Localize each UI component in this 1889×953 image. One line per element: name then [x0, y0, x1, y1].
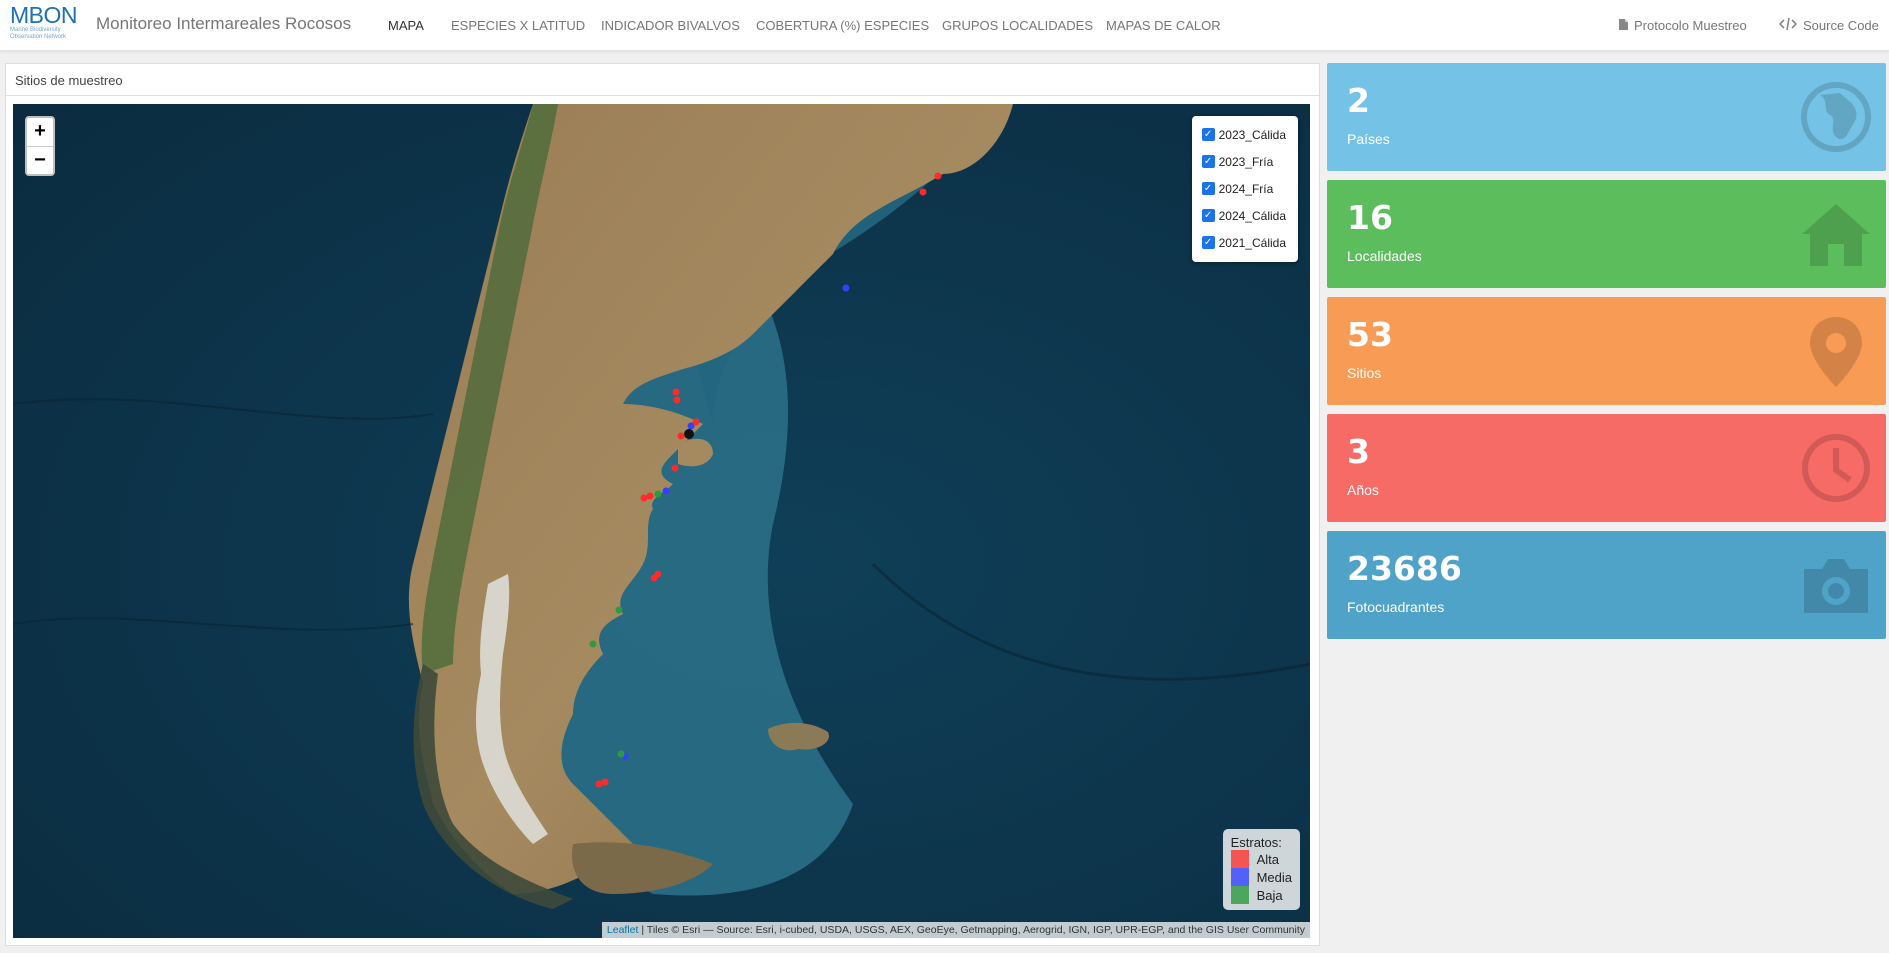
- zoom-out-button[interactable]: −: [27, 146, 53, 174]
- checkbox-2023-calida[interactable]: ✓: [1201, 128, 1215, 141]
- stat-box-fotocuadrantes: 23686 Fotocuadrantes: [1327, 531, 1886, 639]
- stat-value: 23686: [1347, 549, 1462, 588]
- estratos-legend: Estratos: Alta Media Baja: [1222, 829, 1300, 910]
- app-title[interactable]: Monitoreo Intermareales Rocosos: [96, 14, 351, 34]
- home-icon: [1802, 204, 1870, 266]
- legend-title: Estratos:: [1230, 835, 1282, 850]
- stat-box-anos: 3 Años: [1327, 414, 1886, 522]
- legend-swatch-baja: [1230, 886, 1249, 904]
- protocolo-muestreo-label: Protocolo Muestreo: [1634, 18, 1747, 33]
- logo-sub-text-2: Observation Network: [10, 33, 67, 40]
- tab-grupos-localidades[interactable]: GRUPOS LOCALIDADES: [942, 18, 1093, 33]
- file-icon: [1619, 19, 1628, 33]
- leaflet-map[interactable]: + − ✓ 2023_Cálida ✓ 2023_Fría ✓ 2024_Fría ✓…: [13, 104, 1310, 938]
- tab-cobertura-especies[interactable]: COBERTURA (%) ESPECIES: [756, 18, 929, 33]
- leaflet-link[interactable]: Leaflet: [607, 924, 639, 936]
- tab-especies-x-latitud[interactable]: ESPECIES X LATITUD: [451, 18, 585, 33]
- legend-label-alta: Alta: [1256, 851, 1279, 867]
- layer-control: ✓ 2023_Cálida ✓ 2023_Fría ✓ 2024_Fría ✓ 2024…: [1191, 116, 1298, 262]
- layer-2023-fria[interactable]: ✓ 2023_Fría: [1201, 148, 1286, 175]
- globe-icon: [1801, 82, 1871, 152]
- stat-box-paises: 2 Países: [1327, 63, 1886, 171]
- tab-mapas-de-calor[interactable]: MAPAS DE CALOR: [1106, 18, 1221, 33]
- navbar: MBON Marine Biodiversity Observation Net…: [0, 0, 1889, 51]
- map-attribution: Leaflet | Tiles © Esri — Source: Esri, i…: [601, 922, 1310, 938]
- stat-label: Sitios: [1347, 365, 1382, 381]
- layer-2024-fria[interactable]: ✓ 2024_Fría: [1201, 175, 1286, 202]
- source-code-link[interactable]: Source Code: [1778, 17, 1879, 33]
- legend-swatch-media: [1230, 868, 1249, 886]
- stat-label: Localidades: [1347, 248, 1422, 264]
- logo-main-text: MBON: [10, 2, 78, 28]
- map-marker-icon: [1810, 317, 1862, 387]
- checkbox-2021-calida[interactable]: ✓: [1201, 236, 1215, 249]
- tab-indicador-bivalvos[interactable]: INDICADOR BIVALVOS: [601, 18, 740, 33]
- stat-value: 53: [1347, 315, 1393, 354]
- zoom-in-button[interactable]: +: [27, 118, 53, 146]
- stat-value: 2: [1347, 81, 1370, 120]
- source-code-label: Source Code: [1803, 18, 1879, 33]
- legend-item-baja: Baja: [1230, 886, 1292, 904]
- layer-label-2021-calida: 2021_Cálida: [1218, 235, 1286, 250]
- mbon-logo[interactable]: MBON Marine Biodiversity Observation Net…: [10, 3, 86, 41]
- checkbox-2024-fria[interactable]: ✓: [1201, 182, 1215, 195]
- map-panel: Sitios de muestreo + − ✓ 2023_Cálida ✓ 2…: [5, 63, 1320, 946]
- checkbox-2023-fria[interactable]: ✓: [1201, 155, 1215, 168]
- layer-2024-calida[interactable]: ✓ 2024_Cálida: [1201, 202, 1286, 229]
- checkbox-2024-calida[interactable]: ✓: [1201, 209, 1215, 222]
- stat-label: Países: [1347, 131, 1390, 147]
- clock-icon: [1802, 434, 1870, 502]
- layer-label-2024-calida: 2024_Cálida: [1218, 208, 1286, 223]
- stat-value: 16: [1347, 198, 1393, 237]
- tab-mapa[interactable]: MAPA: [388, 18, 424, 33]
- stat-value: 3: [1347, 432, 1370, 471]
- map-panel-title: Sitios de muestreo: [6, 64, 1319, 96]
- legend-label-baja: Baja: [1256, 887, 1283, 903]
- satellite-basemap: [13, 104, 1310, 938]
- code-icon: [1778, 17, 1798, 33]
- legend-swatch-alta: [1230, 850, 1249, 868]
- layer-2023-calida[interactable]: ✓ 2023_Cálida: [1201, 121, 1286, 148]
- attribution-text: | Tiles © Esri — Source: Esri, i-cubed, …: [638, 924, 1305, 936]
- protocolo-muestreo-link[interactable]: Protocolo Muestreo: [1619, 18, 1747, 33]
- stat-box-localidades: 16 Localidades: [1327, 180, 1886, 288]
- legend-item-alta: Alta: [1230, 850, 1292, 868]
- stat-label: Fotocuadrantes: [1347, 599, 1445, 615]
- stat-box-sitios: 53 Sitios: [1327, 297, 1886, 405]
- stat-label: Años: [1347, 482, 1379, 498]
- layer-label-2023-fria: 2023_Fría: [1218, 154, 1274, 169]
- legend-label-media: Media: [1256, 869, 1292, 885]
- legend-item-media: Media: [1230, 868, 1292, 886]
- layer-2021-calida[interactable]: ✓ 2021_Cálida: [1201, 229, 1286, 256]
- layer-label-2024-fria: 2024_Fría: [1218, 181, 1274, 196]
- zoom-control: + −: [25, 116, 55, 176]
- camera-icon: [1804, 559, 1868, 613]
- layer-label-2023-calida: 2023_Cálida: [1218, 127, 1286, 142]
